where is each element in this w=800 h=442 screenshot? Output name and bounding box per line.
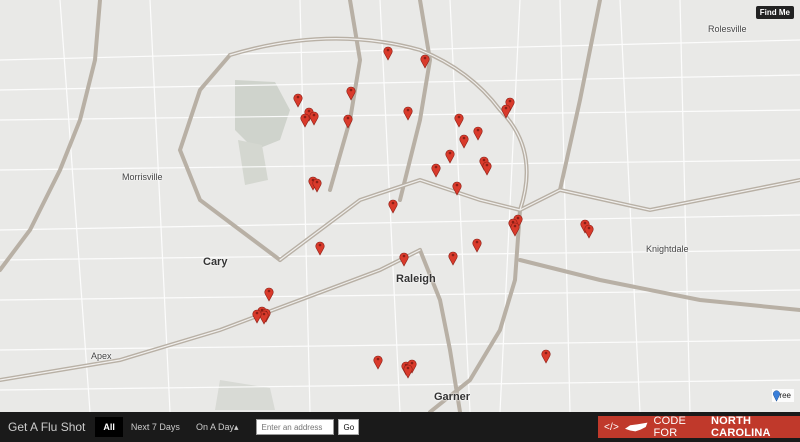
flu-shot-location-pin[interactable] (459, 133, 469, 149)
place-label-cary: Cary (203, 256, 228, 268)
tab-next-7-days[interactable]: Next 7 Days (123, 417, 188, 437)
flu-shot-location-pin[interactable] (473, 125, 483, 141)
bottom-toolbar: Get A Flu Shot All Next 7 Days On A Day▴… (0, 412, 800, 442)
flu-shot-location-pin[interactable] (584, 223, 594, 239)
code-for-nc-logo[interactable]: </> CODE FOR NORTH CAROLINA (598, 415, 800, 439)
flu-shot-location-pin[interactable] (264, 286, 274, 302)
flu-shot-location-pin[interactable] (482, 160, 492, 176)
map-tiles (0, 0, 800, 412)
flu-shot-location-pin[interactable] (309, 110, 319, 126)
flu-shot-location-pin[interactable] (293, 92, 303, 108)
flu-shot-location-pin[interactable] (472, 237, 482, 253)
flu-shot-location-pin[interactable] (373, 354, 383, 370)
flu-shot-location-pin[interactable] (403, 105, 413, 121)
place-label-apex: Apex (91, 351, 112, 361)
app-title: Get A Flu Shot (8, 420, 86, 434)
place-label-rolesville: Rolesville (708, 24, 747, 34)
code-brackets-icon: </> (604, 421, 620, 433)
flu-shot-location-pin[interactable] (431, 162, 441, 178)
flu-shot-location-pin[interactable] (388, 198, 398, 214)
flu-shot-location-pin[interactable] (448, 250, 458, 266)
flu-shot-location-pin[interactable] (420, 53, 430, 69)
flu-shot-location-pin[interactable] (501, 103, 511, 119)
flu-shot-location-pin[interactable] (452, 180, 462, 196)
go-button[interactable]: Go (338, 419, 360, 435)
flu-shot-location-pin[interactable] (300, 112, 310, 128)
tab-on-a-day[interactable]: On A Day▴ (188, 417, 247, 437)
tab-all[interactable]: All (95, 417, 123, 437)
flu-shot-location-pin[interactable] (403, 363, 413, 379)
flu-shot-location-pin[interactable] (346, 85, 356, 101)
flu-shot-location-pin[interactable] (343, 113, 353, 129)
flu-shot-location-pin[interactable] (510, 221, 520, 237)
legend: Free (771, 389, 794, 402)
free-pin-icon (772, 390, 780, 402)
flu-shot-location-pin[interactable] (454, 112, 464, 128)
logo-name: NORTH CAROLINA (711, 415, 771, 439)
place-label-knightdale: Knightdale (646, 244, 689, 254)
place-label-morrisville: Morrisville (122, 172, 163, 182)
place-label-garner: Garner (434, 391, 471, 403)
flu-shot-location-pin[interactable] (252, 308, 262, 324)
flu-shot-location-pin[interactable] (383, 45, 393, 61)
logo-prefix: CODE FOR (653, 415, 687, 439)
find-me-button[interactable]: Find Me (755, 6, 794, 19)
flu-shot-location-pin[interactable] (445, 148, 455, 164)
north-carolina-state-icon (625, 422, 648, 432)
flu-shot-location-pin[interactable] (315, 240, 325, 256)
flu-shot-location-pin[interactable] (541, 348, 551, 364)
address-input[interactable] (256, 419, 335, 435)
flu-shot-location-pin[interactable] (399, 251, 409, 267)
flu-shot-location-pin[interactable] (312, 177, 322, 193)
map[interactable]: Raleigh Cary Garner Morrisville Apex Kni… (0, 0, 800, 412)
place-label-raleigh: Raleigh (396, 273, 436, 285)
